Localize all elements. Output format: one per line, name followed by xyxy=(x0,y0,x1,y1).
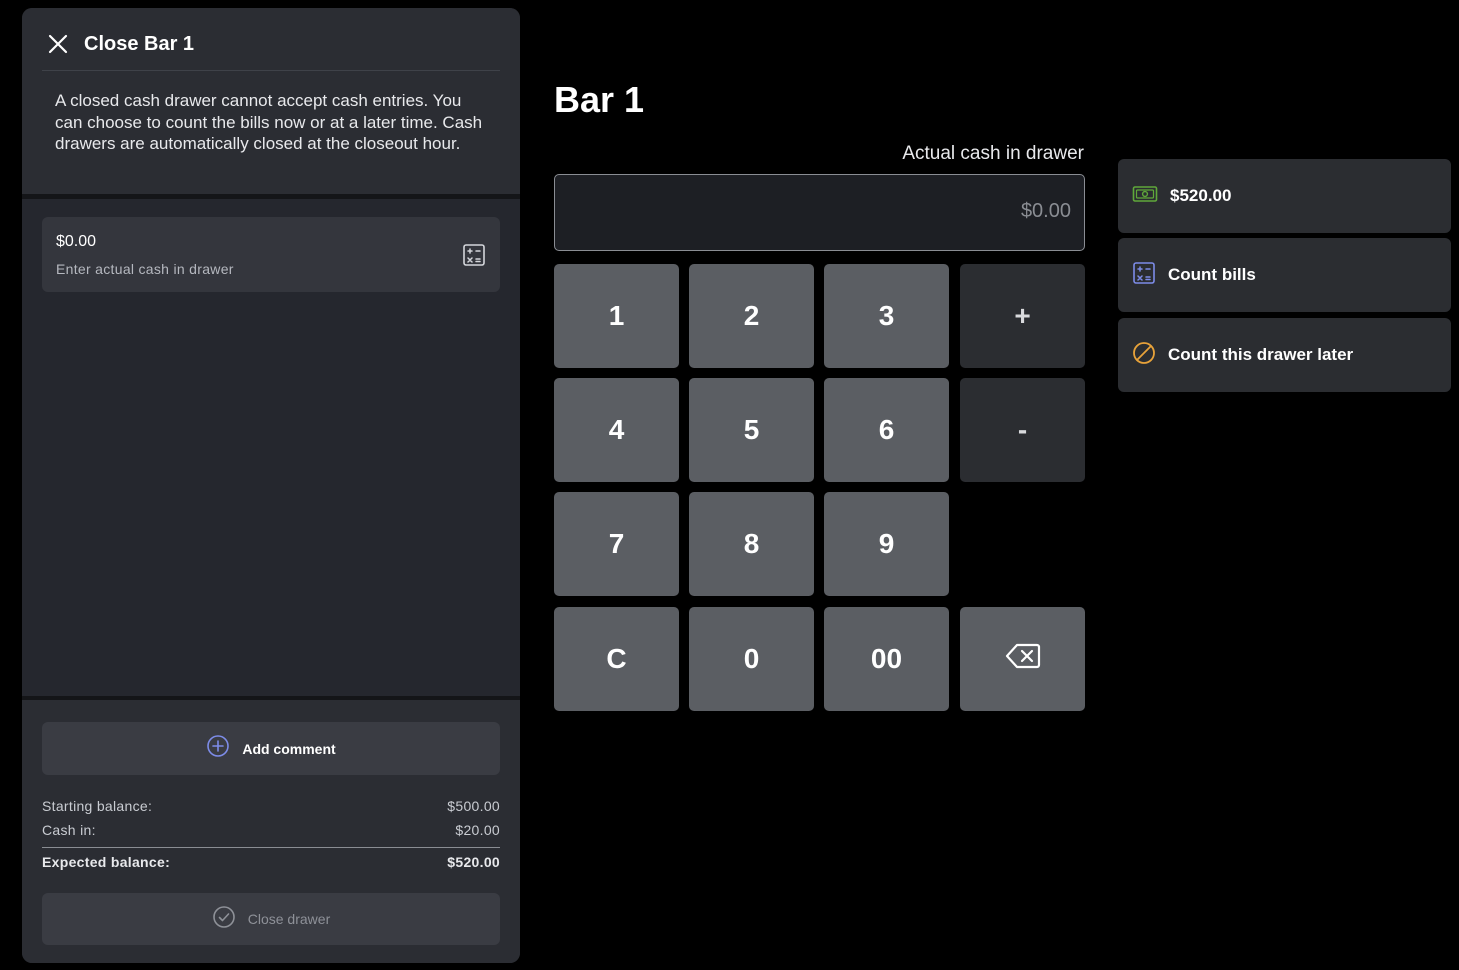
actual-cash-value: $0.00 xyxy=(56,233,97,250)
keypad-6[interactable]: 6 xyxy=(824,378,949,482)
keypad-8[interactable]: 8 xyxy=(689,492,814,596)
expected-balance-value: $520.00 xyxy=(447,854,500,870)
keypad-backspace[interactable] xyxy=(960,607,1085,711)
count-bills-label: Count bills xyxy=(1168,265,1256,284)
slash-circle-icon xyxy=(1132,341,1156,370)
keypad-3[interactable]: 3 xyxy=(824,264,949,368)
expected-balance-row: Expected balance: $520.00 xyxy=(42,854,500,870)
expected-amount-label: $520.00 xyxy=(1170,186,1232,205)
keypad-2[interactable]: 2 xyxy=(689,264,814,368)
page-title: Bar 1 xyxy=(554,79,645,120)
panel-footer: Add comment Starting balance: $500.00 Ca… xyxy=(22,696,520,963)
add-comment-button[interactable]: Add comment xyxy=(42,722,500,775)
panel-description: A closed cash drawer cannot accept cash … xyxy=(55,91,483,153)
expected-balance-label: Expected balance: xyxy=(42,854,171,870)
panel-title: Close Bar 1 xyxy=(84,32,195,55)
backspace-icon xyxy=(1005,642,1041,677)
cash-in-row: Cash in: $20.00 xyxy=(42,822,500,838)
calculator-icon[interactable] xyxy=(462,243,486,272)
keypad-4[interactable]: 4 xyxy=(554,378,679,482)
keypad-1[interactable]: 1 xyxy=(554,264,679,368)
keypad-minus[interactable]: - xyxy=(960,378,1085,482)
expected-amount-button[interactable]: $520.00 xyxy=(1118,159,1451,233)
cash-icon xyxy=(1132,184,1158,209)
starting-balance-value: $500.00 xyxy=(447,798,500,814)
cash-in-label: Cash in: xyxy=(42,822,96,838)
keypad-plus[interactable]: + xyxy=(960,264,1085,368)
panel-header: Close Bar 1 A closed cash drawer cannot … xyxy=(22,8,520,194)
add-comment-label: Add comment xyxy=(242,740,336,757)
calculator-icon xyxy=(1132,261,1156,290)
count-bills-button[interactable]: Count bills xyxy=(1118,238,1451,312)
separator xyxy=(22,194,520,199)
count-later-label: Count this drawer later xyxy=(1168,345,1354,364)
keypad-7[interactable]: 7 xyxy=(554,492,679,596)
actual-cash-field[interactable]: $0.00 Enter actual cash in drawer xyxy=(42,217,500,292)
actual-cash-hint: Enter actual cash in drawer xyxy=(56,261,234,277)
check-circle-icon xyxy=(212,905,236,934)
plus-circle-icon xyxy=(206,734,230,763)
starting-balance-label: Starting balance: xyxy=(42,798,153,814)
close-icon[interactable] xyxy=(46,32,70,56)
starting-balance-row: Starting balance: $500.00 xyxy=(42,798,500,814)
actual-cash-label: Actual cash in drawer xyxy=(902,143,1084,164)
cash-in-value: $20.00 xyxy=(455,822,500,838)
header-row: Close Bar 1 xyxy=(46,31,194,57)
close-drawer-label: Close drawer xyxy=(247,911,331,927)
close-drawer-panel: Close Bar 1 A closed cash drawer cannot … xyxy=(22,8,520,963)
close-drawer-button[interactable]: Close drawer xyxy=(42,893,500,945)
keypad-0[interactable]: 0 xyxy=(689,607,814,711)
cash-display-value: $0.00 xyxy=(1020,200,1071,222)
keypad-clear[interactable]: C xyxy=(554,607,679,711)
count-later-button[interactable]: Count this drawer later xyxy=(1118,318,1451,392)
keypad-9[interactable]: 9 xyxy=(824,492,949,596)
keypad-00[interactable]: 00 xyxy=(824,607,949,711)
header-divider xyxy=(42,70,500,71)
balance-divider xyxy=(42,847,500,848)
cash-display-input[interactable]: $0.00 xyxy=(554,174,1085,251)
keypad-5[interactable]: 5 xyxy=(689,378,814,482)
